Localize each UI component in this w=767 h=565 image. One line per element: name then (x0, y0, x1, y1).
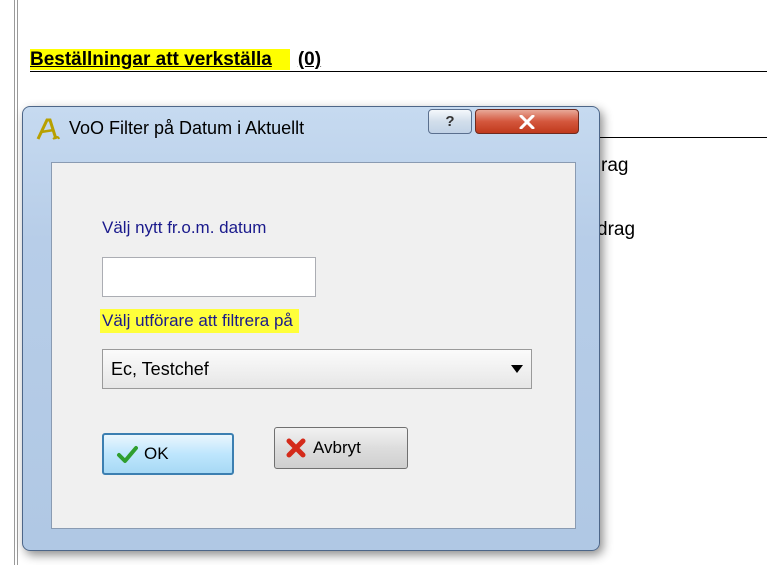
heading-divider (30, 71, 767, 72)
background-row-text: rag (601, 155, 629, 176)
red-x-icon (286, 438, 306, 458)
close-icon (519, 114, 535, 129)
performer-label: Välj utförare att filtrera på (100, 309, 299, 333)
close-button[interactable] (475, 109, 579, 134)
performer-selected-value: Ec, Testchef (111, 358, 209, 379)
date-field[interactable] (102, 257, 316, 297)
dialog-title: VoO Filter på Datum i Aktuellt (69, 118, 305, 138)
ok-button[interactable]: OK (102, 433, 234, 475)
help-icon: ? (445, 113, 455, 130)
page-heading-title: Beställningar att verkställa (30, 49, 290, 70)
performer-dropdown[interactable]: Ec, Testchef (102, 349, 532, 389)
background-row-text: drag (597, 219, 636, 240)
page-heading-count: (0) (297, 49, 322, 70)
cancel-button[interactable]: Avbryt (274, 427, 408, 469)
date-label: Välj nytt fr.o.m. datum (102, 218, 267, 237)
dialog-content: Välj nytt fr.o.m. datum Välj utförare at… (51, 162, 576, 529)
help-button[interactable]: ? (428, 109, 472, 134)
dropdown-arrow-icon[interactable] (511, 365, 523, 373)
app-logo-icon (36, 118, 60, 140)
checkmark-icon (117, 446, 138, 463)
ok-button-label: OK (144, 444, 169, 463)
page-heading: Beställningar att verkställa (0) (30, 49, 321, 71)
filter-dialog: VoO Filter på Datum i Aktuellt ? Välj ny… (22, 106, 600, 551)
section-divider (590, 137, 767, 138)
cancel-button-label: Avbryt (313, 438, 361, 457)
left-border-line (14, 0, 18, 565)
